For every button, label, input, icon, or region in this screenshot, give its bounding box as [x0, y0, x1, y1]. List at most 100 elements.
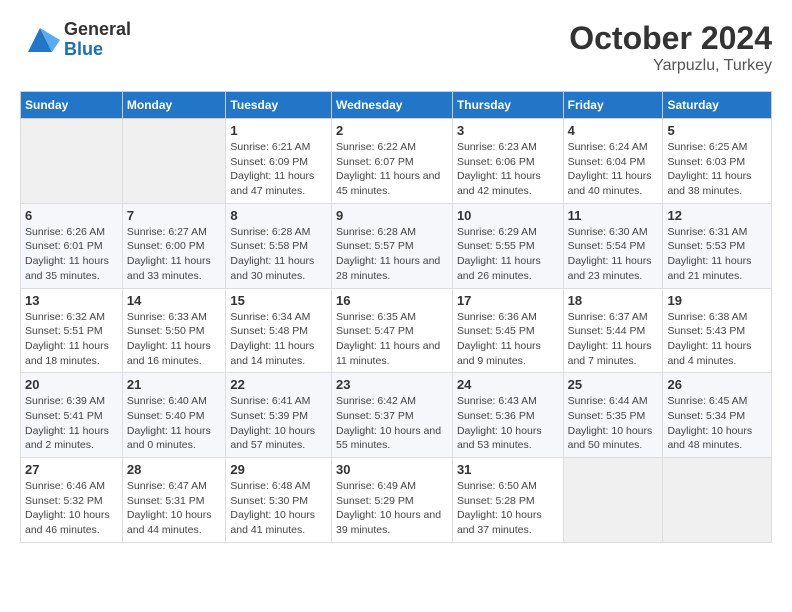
logo-icon [20, 20, 60, 60]
cell-content: Sunrise: 6:50 AM Sunset: 5:28 PM Dayligh… [457, 479, 559, 538]
day-number: 14 [127, 293, 222, 308]
column-header-monday: Monday [122, 92, 226, 119]
day-number: 11 [568, 208, 659, 223]
day-number: 29 [230, 462, 327, 477]
day-number: 10 [457, 208, 559, 223]
day-number: 16 [336, 293, 448, 308]
calendar-cell: 14 Sunrise: 6:33 AM Sunset: 5:50 PM Dayli… [122, 288, 226, 373]
calendar-cell: 8 Sunrise: 6:28 AM Sunset: 5:58 PM Daylig… [226, 203, 332, 288]
cell-content: Sunrise: 6:39 AM Sunset: 5:41 PM Dayligh… [25, 394, 118, 453]
day-number: 2 [336, 123, 448, 138]
logo-general: General [64, 20, 131, 40]
day-number: 1 [230, 123, 327, 138]
cell-content: Sunrise: 6:33 AM Sunset: 5:50 PM Dayligh… [127, 310, 222, 369]
day-number: 15 [230, 293, 327, 308]
cell-content: Sunrise: 6:21 AM Sunset: 6:09 PM Dayligh… [230, 140, 327, 199]
calendar-week-row: 1 Sunrise: 6:21 AM Sunset: 6:09 PM Daylig… [21, 119, 772, 204]
day-number: 7 [127, 208, 222, 223]
calendar-cell: 5Sunrise: 6:25 AM Sunset: 6:03 PM Daylig… [663, 119, 772, 204]
calendar-cell: 11 Sunrise: 6:30 AM Sunset: 5:54 PM Dayli… [563, 203, 663, 288]
cell-content: Sunrise: 6:31 AM Sunset: 5:53 PM Dayligh… [667, 225, 767, 284]
cell-content: Sunrise: 6:22 AM Sunset: 6:07 PM Dayligh… [336, 140, 448, 199]
calendar-cell: 16 Sunrise: 6:35 AM Sunset: 5:47 PM Dayli… [331, 288, 452, 373]
day-number: 20 [25, 377, 118, 392]
cell-content: Sunrise: 6:46 AM Sunset: 5:32 PM Dayligh… [25, 479, 118, 538]
calendar-cell: 23Sunrise: 6:42 AM Sunset: 5:37 PM Dayli… [331, 373, 452, 458]
page-title: October 2024 [569, 20, 772, 57]
calendar-cell: 4 Sunrise: 6:24 AM Sunset: 6:04 PM Daylig… [563, 119, 663, 204]
day-number: 22 [230, 377, 327, 392]
logo-text: General Blue [64, 20, 131, 60]
cell-content: Sunrise: 6:30 AM Sunset: 5:54 PM Dayligh… [568, 225, 659, 284]
title-block: October 2024 Yarpuzlu, Turkey [569, 20, 772, 75]
cell-content: Sunrise: 6:29 AM Sunset: 5:55 PM Dayligh… [457, 225, 559, 284]
calendar-week-row: 27 Sunrise: 6:46 AM Sunset: 5:32 PM Dayli… [21, 458, 772, 543]
calendar-cell: 3Sunrise: 6:23 AM Sunset: 6:06 PM Daylig… [452, 119, 563, 204]
page-subtitle: Yarpuzlu, Turkey [569, 57, 772, 75]
calendar-cell: 20 Sunrise: 6:39 AM Sunset: 5:41 PM Dayli… [21, 373, 123, 458]
column-header-friday: Friday [563, 92, 663, 119]
day-number: 24 [457, 377, 559, 392]
cell-content: Sunrise: 6:34 AM Sunset: 5:48 PM Dayligh… [230, 310, 327, 369]
day-number: 19 [667, 293, 767, 308]
calendar-week-row: 6Sunrise: 6:26 AM Sunset: 6:01 PM Daylig… [21, 203, 772, 288]
cell-content: Sunrise: 6:28 AM Sunset: 5:58 PM Dayligh… [230, 225, 327, 284]
cell-content: Sunrise: 6:24 AM Sunset: 6:04 PM Dayligh… [568, 140, 659, 199]
calendar-cell: 13 Sunrise: 6:32 AM Sunset: 5:51 PM Dayli… [21, 288, 123, 373]
day-number: 13 [25, 293, 118, 308]
calendar-cell: 25Sunrise: 6:44 AM Sunset: 5:35 PM Dayli… [563, 373, 663, 458]
day-number: 12 [667, 208, 767, 223]
calendar-cell: 17 Sunrise: 6:36 AM Sunset: 5:45 PM Dayli… [452, 288, 563, 373]
cell-content: Sunrise: 6:25 AM Sunset: 6:03 PM Dayligh… [667, 140, 767, 199]
cell-content: Sunrise: 6:36 AM Sunset: 5:45 PM Dayligh… [457, 310, 559, 369]
calendar-cell: 15 Sunrise: 6:34 AM Sunset: 5:48 PM Dayli… [226, 288, 332, 373]
calendar-week-row: 13 Sunrise: 6:32 AM Sunset: 5:51 PM Dayli… [21, 288, 772, 373]
day-number: 17 [457, 293, 559, 308]
column-header-saturday: Saturday [663, 92, 772, 119]
calendar-cell: 21 Sunrise: 6:40 AM Sunset: 5:40 PM Dayli… [122, 373, 226, 458]
cell-content: Sunrise: 6:47 AM Sunset: 5:31 PM Dayligh… [127, 479, 222, 538]
calendar-cell: 31 Sunrise: 6:50 AM Sunset: 5:28 PM Dayli… [452, 458, 563, 543]
column-header-thursday: Thursday [452, 92, 563, 119]
day-number: 25 [568, 377, 659, 392]
cell-content: Sunrise: 6:48 AM Sunset: 5:30 PM Dayligh… [230, 479, 327, 538]
day-number: 28 [127, 462, 222, 477]
calendar-cell: 24Sunrise: 6:43 AM Sunset: 5:36 PM Dayli… [452, 373, 563, 458]
cell-content: Sunrise: 6:37 AM Sunset: 5:44 PM Dayligh… [568, 310, 659, 369]
calendar-cell: 19Sunrise: 6:38 AM Sunset: 5:43 PM Dayli… [663, 288, 772, 373]
day-number: 4 [568, 123, 659, 138]
day-number: 27 [25, 462, 118, 477]
calendar-cell [21, 119, 123, 204]
calendar-cell: 27 Sunrise: 6:46 AM Sunset: 5:32 PM Dayli… [21, 458, 123, 543]
cell-content: Sunrise: 6:35 AM Sunset: 5:47 PM Dayligh… [336, 310, 448, 369]
calendar-cell: 2 Sunrise: 6:22 AM Sunset: 6:07 PM Daylig… [331, 119, 452, 204]
cell-content: Sunrise: 6:49 AM Sunset: 5:29 PM Dayligh… [336, 479, 448, 538]
cell-content: Sunrise: 6:23 AM Sunset: 6:06 PM Dayligh… [457, 140, 559, 199]
calendar-cell: 30Sunrise: 6:49 AM Sunset: 5:29 PM Dayli… [331, 458, 452, 543]
calendar-cell: 12 Sunrise: 6:31 AM Sunset: 5:53 PM Dayli… [663, 203, 772, 288]
column-header-tuesday: Tuesday [226, 92, 332, 119]
day-number: 8 [230, 208, 327, 223]
logo: General Blue [20, 20, 131, 60]
logo-blue: Blue [64, 40, 131, 60]
day-number: 31 [457, 462, 559, 477]
cell-content: Sunrise: 6:32 AM Sunset: 5:51 PM Dayligh… [25, 310, 118, 369]
calendar-cell: 22 Sunrise: 6:41 AM Sunset: 5:39 PM Dayli… [226, 373, 332, 458]
calendar-cell: 1 Sunrise: 6:21 AM Sunset: 6:09 PM Daylig… [226, 119, 332, 204]
day-number: 21 [127, 377, 222, 392]
day-number: 9 [336, 208, 448, 223]
day-number: 6 [25, 208, 118, 223]
cell-content: Sunrise: 6:42 AM Sunset: 5:37 PM Dayligh… [336, 394, 448, 453]
calendar-cell: 29 Sunrise: 6:48 AM Sunset: 5:30 PM Dayli… [226, 458, 332, 543]
day-number: 18 [568, 293, 659, 308]
cell-content: Sunrise: 6:41 AM Sunset: 5:39 PM Dayligh… [230, 394, 327, 453]
day-number: 26 [667, 377, 767, 392]
calendar-header-row: SundayMondayTuesdayWednesdayThursdayFrid… [21, 92, 772, 119]
calendar-table: SundayMondayTuesdayWednesdayThursdayFrid… [20, 91, 772, 543]
calendar-cell: 18 Sunrise: 6:37 AM Sunset: 5:44 PM Dayli… [563, 288, 663, 373]
cell-content: Sunrise: 6:45 AM Sunset: 5:34 PM Dayligh… [667, 394, 767, 453]
column-header-sunday: Sunday [21, 92, 123, 119]
cell-content: Sunrise: 6:40 AM Sunset: 5:40 PM Dayligh… [127, 394, 222, 453]
calendar-cell: 28 Sunrise: 6:47 AM Sunset: 5:31 PM Dayli… [122, 458, 226, 543]
calendar-cell: 10 Sunrise: 6:29 AM Sunset: 5:55 PM Dayli… [452, 203, 563, 288]
